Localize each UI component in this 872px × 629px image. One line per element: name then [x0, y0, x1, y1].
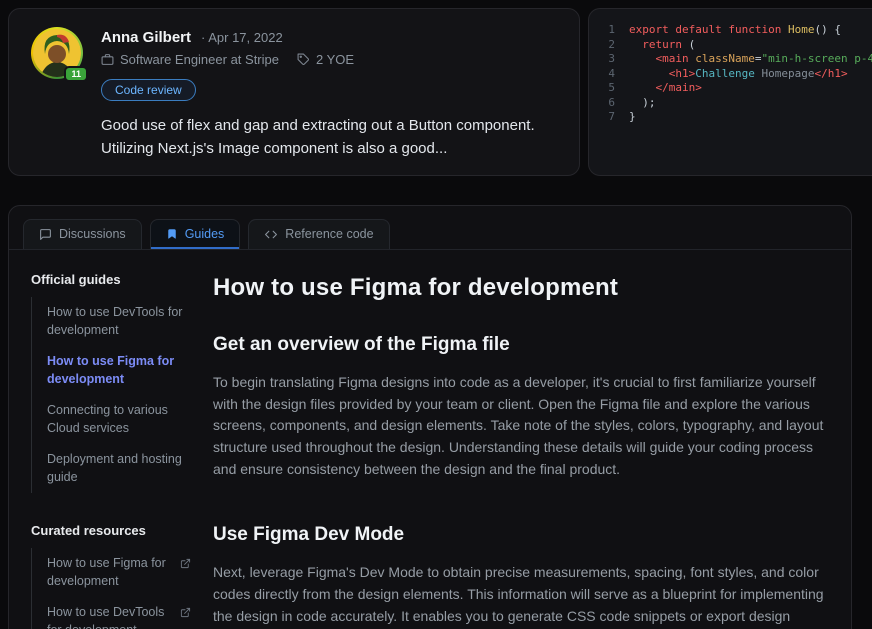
official-guides-list: How to use DevTools for developmentHow t…: [31, 297, 195, 493]
curated-resources-list: How to use Figma for development How to u…: [31, 548, 195, 629]
top-row: 11 Anna Gilbert · Apr 17, 2022 Software …: [8, 8, 872, 176]
resource-label: How to use DevTools for development: [47, 604, 172, 629]
tab-bar: Discussions Guides Reference code: [9, 206, 851, 250]
tab-label: Discussions: [59, 227, 126, 241]
author-experience: 2 YOE: [316, 52, 354, 67]
review-meta: Anna Gilbert · Apr 17, 2022 Software Eng…: [101, 27, 557, 160]
line-number: 4: [597, 67, 615, 82]
code-icon: [264, 228, 278, 241]
code-panel: 1export default function Home() {2 retur…: [588, 8, 872, 176]
panel-body: Official guides How to use DevTools for …: [9, 250, 851, 629]
review-comment: Good use of flex and gap and extracting …: [101, 115, 557, 160]
section-heading: Use Figma Dev Mode: [213, 524, 825, 546]
section-body: To begin translating Figma designs into …: [213, 372, 825, 480]
level-badge: 11: [64, 66, 88, 82]
resource-label: How to use Figma for development: [47, 555, 172, 590]
resource-link[interactable]: How to use DevTools for development: [32, 597, 195, 629]
discussion-icon: [39, 228, 52, 241]
guide-link[interactable]: How to use DevTools for development: [32, 297, 195, 346]
tag-icon: [297, 53, 310, 66]
line-number: 1: [597, 23, 615, 38]
name-row: Anna Gilbert · Apr 17, 2022: [101, 29, 557, 46]
guide-link[interactable]: How to use Figma for development: [32, 346, 195, 395]
external-link-icon: [180, 557, 191, 575]
avatar[interactable]: 11: [31, 27, 83, 79]
briefcase-icon: [101, 53, 114, 66]
line-number: 3: [597, 52, 615, 67]
tab-reference-code[interactable]: Reference code: [248, 219, 389, 249]
line-number: 5: [597, 81, 615, 96]
tab-discussions[interactable]: Discussions: [23, 219, 142, 249]
guides-panel: Discussions Guides Reference code Offici…: [8, 205, 852, 629]
section-heading: Get an overview of the Figma file: [213, 334, 825, 356]
review-date: · Apr 17, 2022: [201, 30, 283, 45]
official-guides-heading: Official guides: [31, 272, 195, 287]
code-review-badge: Code review: [101, 79, 196, 101]
tab-guides[interactable]: Guides: [150, 219, 241, 249]
code-line: 5 </main>: [597, 81, 862, 96]
code-line: 1export default function Home() {: [597, 23, 862, 38]
code-line: 4 <h1>Challenge Homepage</h1>: [597, 67, 862, 82]
article-title: How to use Figma for development: [213, 274, 825, 302]
external-link-icon: [180, 606, 191, 624]
role-row: Software Engineer at Stripe 2 YOE: [101, 52, 557, 67]
line-number: 6: [597, 96, 615, 111]
badge-row: Code review: [101, 79, 557, 101]
author-role: Software Engineer at Stripe: [120, 52, 279, 67]
code-line: 3 <main className="min-h-screen p-4 flex…: [597, 52, 862, 67]
guides-sidebar: Official guides How to use DevTools for …: [9, 250, 205, 629]
guide-link[interactable]: Deployment and hosting guide: [32, 444, 195, 493]
code-line: 6 );: [597, 96, 862, 111]
tab-label: Guides: [185, 227, 225, 241]
author-name[interactable]: Anna Gilbert: [101, 29, 191, 46]
resource-link[interactable]: How to use Figma for development: [32, 548, 195, 597]
line-number: 2: [597, 38, 615, 53]
article-sections: Get an overview of the Figma file To begi…: [213, 334, 825, 629]
code-lines: 1export default function Home() {2 retur…: [597, 23, 862, 125]
review-header: 11 Anna Gilbert · Apr 17, 2022 Software …: [31, 27, 557, 160]
line-number: 7: [597, 110, 615, 125]
curated-resources-heading: Curated resources: [31, 523, 195, 538]
guide-link[interactable]: Connecting to various Cloud services: [32, 395, 195, 444]
review-card: 11 Anna Gilbert · Apr 17, 2022 Software …: [8, 8, 580, 176]
section-body: Next, leverage Figma's Dev Mode to obtai…: [213, 562, 825, 629]
article: How to use Figma for development Get an …: [205, 250, 851, 629]
tab-label: Reference code: [285, 227, 373, 241]
code-line: 7}: [597, 110, 862, 125]
bookmark-icon: [166, 228, 178, 240]
code-line: 2 return (: [597, 38, 862, 53]
